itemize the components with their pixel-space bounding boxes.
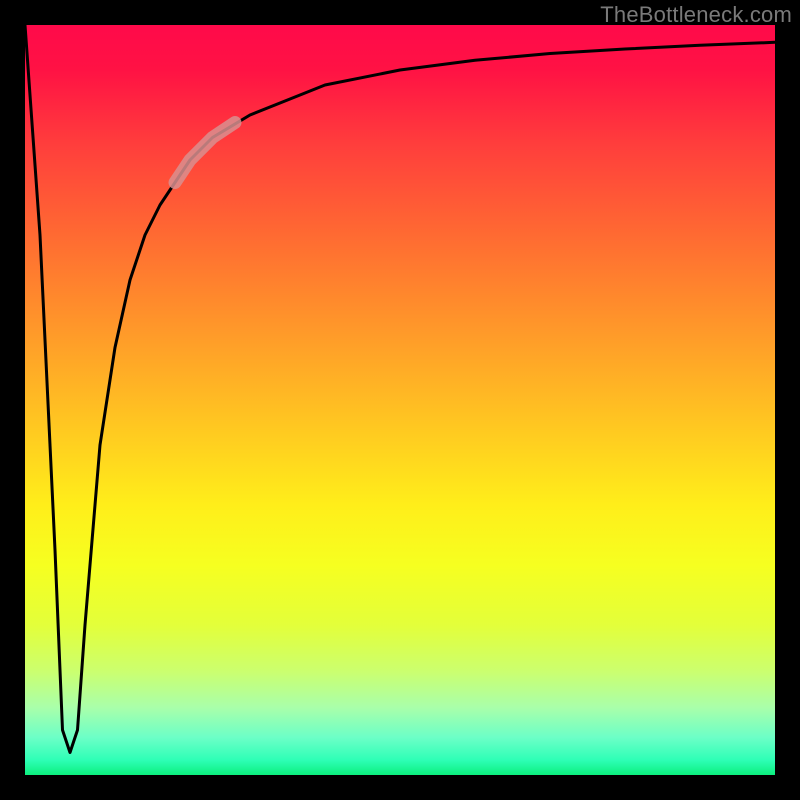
plot-area [25, 25, 775, 775]
highlight-segment [175, 123, 235, 183]
chart-frame: TheBottleneck.com [0, 0, 800, 800]
curve-svg [25, 25, 775, 775]
bottleneck-curve [25, 25, 775, 753]
